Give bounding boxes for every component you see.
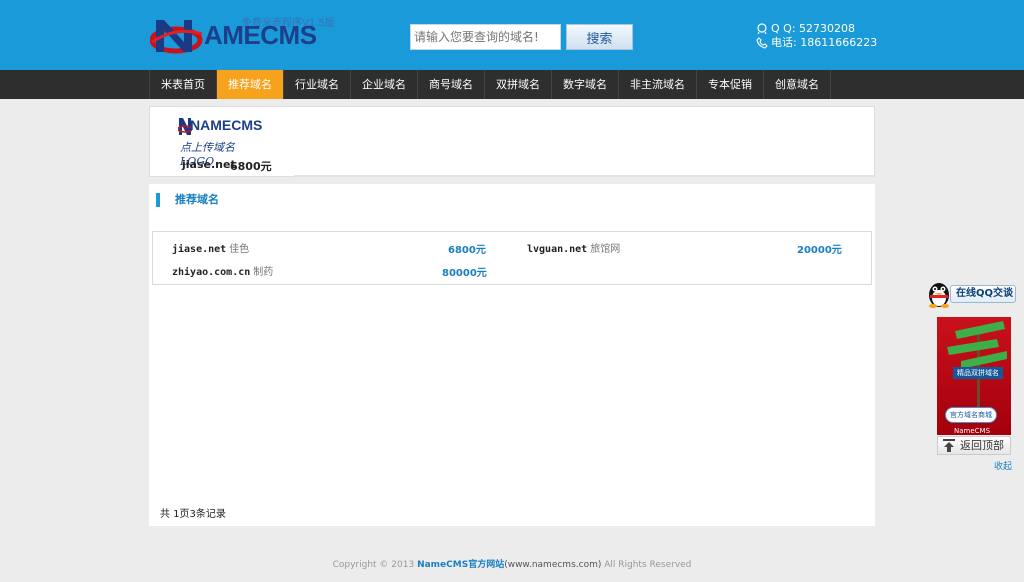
pagination-info: 共 1页3条记录 xyxy=(160,509,226,520)
featured-banner: NAMECMS 点上传域名LOGO jiase.net 6800元 xyxy=(149,106,875,177)
domain-price: 20000元 xyxy=(797,245,842,256)
featured-domain-name[interactable]: jiase.net xyxy=(182,158,236,171)
recommended-section: 推荐域名 jiase.net 佳色 6800元 lvguan.net 旅馆网 200… xyxy=(149,184,875,526)
list-item[interactable]: lvguan.net 旅馆网 xyxy=(527,240,620,255)
divider xyxy=(294,175,874,177)
list-item[interactable]: jiase.net 佳色 xyxy=(172,240,249,255)
nav-item[interactable]: 专本促销 xyxy=(697,70,764,99)
section-title: 推荐域名 xyxy=(156,193,219,207)
footer-url[interactable]: (www.namecms.com) xyxy=(504,560,601,570)
site-header: 免费米表程序V1.5版 AMECMS 搜索 Q Q: 52730208 电话: … xyxy=(0,0,1024,70)
nav-item[interactable]: 创意域名 xyxy=(764,70,831,99)
nav-item[interactable]: 米表首页 xyxy=(149,70,217,99)
domain-name[interactable]: lvguan.net xyxy=(527,244,587,255)
search-button[interactable]: 搜索 xyxy=(566,24,633,50)
nav-item[interactable]: 商号域名 xyxy=(418,70,485,99)
featured-logo-title: NAMECMS xyxy=(190,117,263,133)
domain-name[interactable]: jiase.net xyxy=(172,244,226,255)
domain-list: jiase.net 佳色 6800元 lvguan.net 旅馆网 20000元 z… xyxy=(152,231,872,285)
domain-category: 旅馆网 xyxy=(590,244,621,255)
nav-item[interactable]: 非主流域名 xyxy=(619,70,697,99)
arrow-up-icon xyxy=(943,439,955,452)
domain-name[interactable]: zhiyao.com.cn xyxy=(172,267,250,278)
logo-wordmark-part: AME xyxy=(204,20,261,50)
phone-number: 电话: 18611666223 xyxy=(771,36,878,49)
nav-list: 米表首页 推荐域名 行业域名 企业域名 商号域名 双拼域名 数字域名 非主流域名 专本促销 创意域… xyxy=(149,70,831,99)
footer-site-link[interactable]: NameCMS官方网站 xyxy=(417,560,504,570)
collapse-link[interactable]: 收起 xyxy=(994,459,1012,472)
main-nav: 米表首页 推荐域名 行业域名 企业域名 商号域名 双拼域名 数字域名 非主流域名 专本促销 创意域… xyxy=(0,70,1024,99)
contact-info: Q Q: 52730208 电话: 18611666223 xyxy=(756,22,877,50)
side-ad-banner[interactable]: 精品双拼域名 官方域名商城 NameCMS xyxy=(937,317,1011,435)
site-footer: Copyright © 2013 NameCMS官方网站(www.namecms… xyxy=(0,557,1024,570)
nav-item[interactable]: 双拼域名 xyxy=(485,70,552,99)
ad-label-shop: 官方域名商城 xyxy=(945,407,997,423)
featured-domain-logo[interactable]: NAMECMS 点上传域名LOGO xyxy=(178,115,268,168)
nav-item[interactable]: 推荐域名 xyxy=(217,70,284,99)
rights: All Rights Reserved xyxy=(604,560,692,570)
ad-label-brand: NameCMS xyxy=(954,427,991,435)
qq-number: Q Q: 52730208 xyxy=(771,22,856,35)
back-to-top-label: 返回顶部 xyxy=(960,439,1004,452)
nav-item[interactable]: 行业域名 xyxy=(284,70,351,99)
nav-item[interactable]: 数字域名 xyxy=(552,70,619,99)
qq-icon xyxy=(757,23,767,35)
domain-price: 80000元 xyxy=(442,268,487,279)
domain-category: 佳色 xyxy=(229,244,250,255)
back-to-top-button[interactable]: 返回顶部 xyxy=(937,436,1011,455)
logo-wordmark: AMECMS xyxy=(204,20,317,51)
list-item[interactable]: zhiyao.com.cn 制药 xyxy=(172,263,273,278)
qq-chat-label: 在线QQ交谈 xyxy=(950,285,1016,303)
logo-wordmark-cms: CMS xyxy=(260,20,317,50)
phone-icon xyxy=(756,37,768,49)
search-input[interactable] xyxy=(410,24,561,50)
featured-domain-price: 6800元 xyxy=(230,160,272,173)
nav-item[interactable]: 企业域名 xyxy=(351,70,418,99)
qq-chat-button[interactable]: 在线QQ交谈 xyxy=(924,278,1018,308)
ad-label-pinyin: 精品双拼域名 xyxy=(953,367,1003,379)
copyright: Copyright © 2013 xyxy=(332,560,415,570)
domain-price: 6800元 xyxy=(448,245,486,256)
domain-category: 制药 xyxy=(253,267,274,278)
